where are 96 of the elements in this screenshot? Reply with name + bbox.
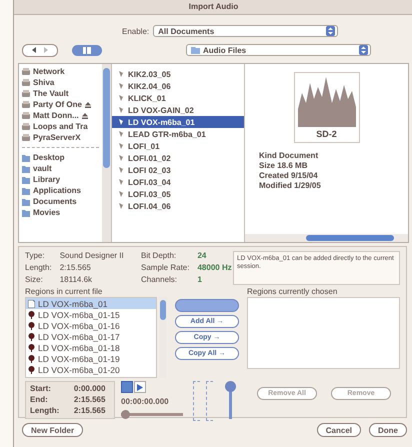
region-item[interactable]: LD VOX-m6ba_01-16 [26,320,156,331]
drive-icon [22,134,30,142]
range-value: 2:15.565 [74,406,106,416]
file-item[interactable]: LOFI.04_06 [112,200,244,212]
sidebar-item[interactable]: vault [19,163,102,174]
sidebar-item[interactable]: Library [19,174,102,185]
file-item[interactable]: KIK2.04_06 [112,80,244,92]
columns-icon [83,46,91,54]
sidebar-item[interactable]: Matt Donn... [19,110,102,121]
info-value: 1 [197,275,203,285]
back-forward-buttons[interactable] [22,44,58,56]
play-button[interactable] [134,381,146,393]
info-label: Sample Rate: [141,263,190,273]
icon-label: SD-2 [316,128,337,141]
file-item[interactable]: LD VOX-GAIN_02 [112,104,244,116]
file-item[interactable]: LD VOX-m6ba_01 [112,116,244,128]
sidebar-item[interactable]: PyraServerX [19,132,102,143]
position-slider[interactable] [121,413,183,416]
drive-icon [22,90,30,98]
info-label: Length: [25,263,52,273]
info-value: Sound Designer II [60,251,125,261]
enable-label: Enable: [122,26,150,36]
dialog-button[interactable]: Cancel [316,423,361,437]
region-item[interactable]: LD VOX-m6ba_01-17 [26,331,156,342]
drive-icon [22,78,30,86]
pin-icon [28,322,35,330]
file-item[interactable]: LOFI_01 [112,140,244,152]
region-item[interactable]: LD VOX-m6ba_01-15 [26,309,156,320]
file-detail: Size 18.6 MB [259,161,308,171]
sidebar-item[interactable]: Desktop [19,152,102,163]
region-item[interactable]: LD VOX-m6ba_01-20 [26,364,156,375]
level-meter [193,381,200,421]
stepper-icon [326,26,336,36]
file-detail: Created 9/15/04 [259,171,319,181]
enable-dropdown[interactable]: All Documents [153,25,338,37]
default-button[interactable] [175,299,239,312]
section-heading: Regions in current file [25,287,104,297]
sidebar-item[interactable]: Loops and Tra [19,121,102,132]
section-heading: Regions currently chosen [247,287,338,297]
info-label: Type: [25,251,46,261]
info-value: 24 [197,251,208,261]
eject-icon [82,112,88,118]
range-label: End: [30,395,49,405]
new-folder-button[interactable]: New Folder [22,423,84,437]
region-item[interactable]: LD VOX-m6ba_01 [26,298,156,309]
region-item[interactable]: LD VOX-m6ba_01-18 [26,342,156,353]
sidebar-item[interactable]: Network [19,66,102,77]
timecode: 00:00:00.000 [121,397,170,406]
arrows-icon [31,46,49,54]
sidebar-item[interactable]: Movies [19,207,102,218]
sidebar-item[interactable]: Shiva [19,77,102,88]
dialog-button[interactable]: Done [369,423,407,437]
scroll-bar[interactable] [102,64,111,242]
sidebar-item[interactable]: Party Of One [19,99,102,110]
pin-icon [28,366,35,374]
range-label: Start: [30,384,52,394]
file-detail: Kind Document [259,151,320,161]
info-label: Bit Depth: [141,251,178,261]
file-item[interactable]: LOFI.01_02 [112,152,244,164]
file-item[interactable]: LOFI 02_03 [112,164,244,176]
document-icon [28,300,35,308]
region-item[interactable]: LD VOX-m6ba_01-19 [26,353,156,364]
info-value: 48000 Hz [197,263,232,273]
drive-icon [22,100,30,108]
file-item[interactable]: KLICK_01 [112,92,244,104]
eject-icon [84,102,91,108]
file-item[interactable]: LOFI.03_04 [112,176,244,188]
file-detail: Modified 1/29/05 [259,181,321,191]
range-value: 0:00.000 [74,384,106,394]
location-dropdown[interactable]: Audio Files [186,44,371,56]
pin-icon [28,344,35,352]
sidebar-item[interactable]: The Vault [19,88,102,99]
drive-icon [22,122,30,130]
file-item[interactable]: LOFI.03_05 [112,188,244,200]
drive-icon [22,112,30,120]
folder-icon [191,46,200,54]
pin-icon [28,354,35,362]
info-label: Channels: [141,275,178,285]
file-item[interactable]: LEAD GTR-m6ba_01 [112,128,244,140]
sidebar-item[interactable]: Documents [19,196,102,207]
drive-icon [22,68,30,76]
play-icon [137,384,143,390]
info-value: 18114.6k [60,275,94,285]
info-label: Size: [25,275,44,285]
file-item[interactable]: KIK2.03_05 [112,68,244,80]
pin-icon [28,332,35,340]
level-meter [206,381,213,421]
info-value: 2:15.565 [60,263,92,273]
range-label: Length: [30,406,60,416]
range-value: 2:15.565 [74,395,106,405]
sidebar-item[interactable]: Applications [19,185,102,196]
view-button[interactable] [72,44,102,56]
scroll-bar[interactable] [245,234,408,242]
stepper-icon [359,45,368,55]
window-title: Import Audio [14,0,412,15]
pin-icon [28,310,35,318]
